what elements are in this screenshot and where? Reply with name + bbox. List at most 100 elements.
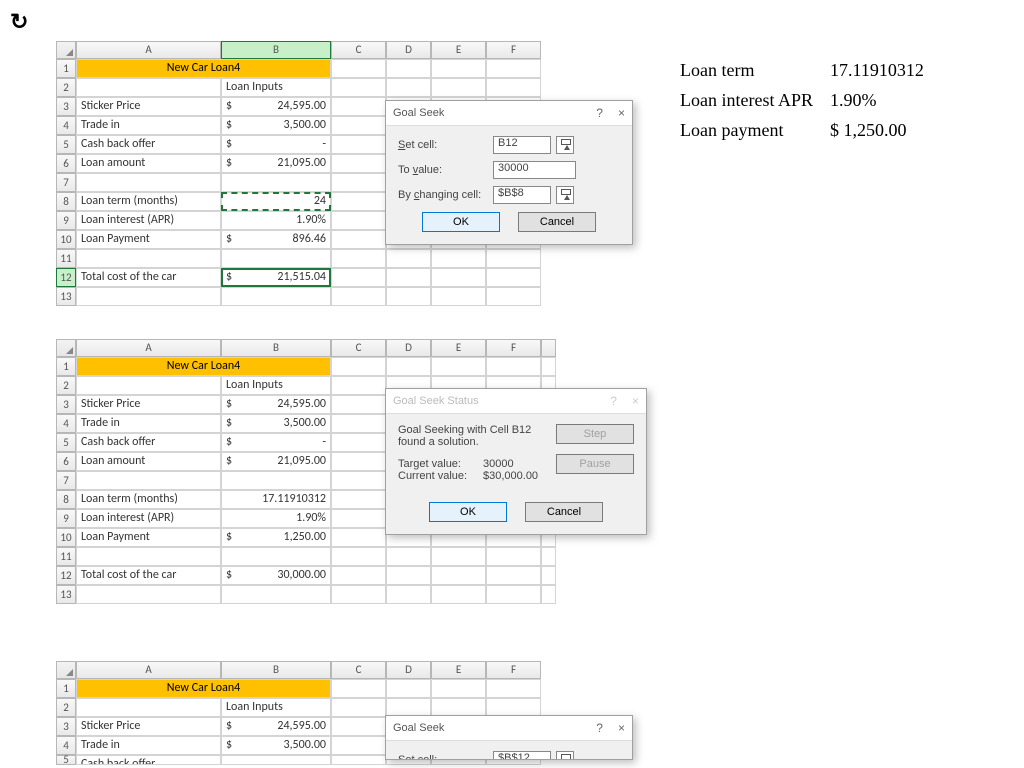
- cell-label[interactable]: Cash back offer: [76, 755, 221, 765]
- cell[interactable]: [486, 547, 541, 566]
- cell[interactable]: [331, 78, 386, 97]
- cell[interactable]: [386, 357, 431, 376]
- cell-label[interactable]: Trade in: [76, 414, 221, 433]
- cell[interactable]: [331, 433, 386, 452]
- help-icon[interactable]: ?: [610, 394, 617, 408]
- sheet-title[interactable]: New Car Loan4: [76, 59, 331, 78]
- row-header[interactable]: 2: [56, 78, 76, 97]
- col-header-A[interactable]: A: [76, 339, 221, 357]
- col-header-F[interactable]: F: [486, 339, 541, 357]
- row-header[interactable]: 4: [56, 116, 76, 135]
- by-changing-input[interactable]: $B$8: [493, 186, 551, 204]
- cell-label[interactable]: Sticker Price: [76, 97, 221, 116]
- cell[interactable]: [431, 78, 486, 97]
- range-picker-icon[interactable]: [556, 186, 574, 204]
- cell[interactable]: [331, 59, 386, 78]
- row-header[interactable]: 3: [56, 717, 76, 736]
- loan-inputs-header[interactable]: Loan Inputs: [221, 78, 331, 97]
- cell-label[interactable]: Loan amount: [76, 452, 221, 471]
- col-header-G[interactable]: [541, 339, 556, 357]
- col-header-B[interactable]: B: [221, 339, 331, 357]
- cell[interactable]: [331, 154, 386, 173]
- row-header[interactable]: 8: [56, 490, 76, 509]
- cell[interactable]: [331, 192, 386, 211]
- row-header[interactable]: 3: [56, 97, 76, 116]
- cell-value[interactable]: $24,595.00: [221, 717, 331, 736]
- cell-label[interactable]: Cash back offer: [76, 433, 221, 452]
- step-button[interactable]: Step: [556, 424, 634, 444]
- row-header[interactable]: 3: [56, 395, 76, 414]
- cell[interactable]: [386, 547, 431, 566]
- cell[interactable]: [221, 755, 331, 765]
- row-header[interactable]: 9: [56, 509, 76, 528]
- cell[interactable]: [331, 211, 386, 230]
- cell-apr[interactable]: 1.90%: [221, 211, 331, 230]
- cell-label[interactable]: Total cost of the car: [76, 268, 221, 287]
- cell[interactable]: [331, 736, 386, 755]
- cell-total-cost[interactable]: $21,515.04: [221, 268, 331, 287]
- cell[interactable]: [221, 471, 331, 490]
- col-header-C[interactable]: C: [331, 661, 386, 679]
- cell[interactable]: [331, 566, 386, 585]
- ok-button[interactable]: OK: [429, 502, 507, 522]
- cell-value[interactable]: $21,095.00: [221, 154, 331, 173]
- row-header[interactable]: 13: [56, 287, 76, 306]
- col-header-D[interactable]: D: [386, 661, 431, 679]
- close-icon[interactable]: ×: [618, 721, 625, 735]
- select-all-corner[interactable]: [56, 339, 76, 357]
- cell[interactable]: [331, 287, 386, 306]
- cell[interactable]: [431, 287, 486, 306]
- cell-total-cost[interactable]: $30,000.00: [221, 566, 331, 585]
- cell[interactable]: [331, 135, 386, 154]
- row-header[interactable]: 7: [56, 173, 76, 192]
- col-header-E[interactable]: E: [431, 339, 486, 357]
- cell[interactable]: [431, 357, 486, 376]
- col-header-D[interactable]: D: [386, 41, 431, 59]
- cell-label[interactable]: Loan term (months): [76, 192, 221, 211]
- close-icon[interactable]: ×: [618, 106, 625, 120]
- cell-label[interactable]: Loan term (months): [76, 490, 221, 509]
- col-header-F[interactable]: F: [486, 661, 541, 679]
- sheet-title[interactable]: New Car Loan4: [76, 679, 331, 698]
- row-header[interactable]: 1: [56, 679, 76, 698]
- cell[interactable]: [541, 566, 556, 585]
- cell[interactable]: [486, 78, 541, 97]
- cell[interactable]: [331, 357, 386, 376]
- cell[interactable]: [386, 566, 431, 585]
- cell-value[interactable]: $3,500.00: [221, 116, 331, 135]
- cell[interactable]: [541, 547, 556, 566]
- row-header[interactable]: 12: [56, 566, 76, 585]
- row-header[interactable]: 5: [56, 135, 76, 154]
- row-header[interactable]: 10: [56, 230, 76, 249]
- cell-label[interactable]: Cash back offer: [76, 135, 221, 154]
- row-header[interactable]: 7: [56, 471, 76, 490]
- cell[interactable]: [431, 566, 486, 585]
- cell-label[interactable]: Sticker Price: [76, 717, 221, 736]
- cell[interactable]: [76, 698, 221, 717]
- cell-value[interactable]: $-: [221, 135, 331, 154]
- cell[interactable]: [331, 414, 386, 433]
- cell-payment[interactable]: $896.46: [221, 230, 331, 249]
- col-header-C[interactable]: C: [331, 339, 386, 357]
- help-icon[interactable]: ?: [596, 106, 603, 120]
- cell[interactable]: [386, 287, 431, 306]
- cell[interactable]: [486, 566, 541, 585]
- row-header[interactable]: 8: [56, 192, 76, 211]
- cell-label[interactable]: Sticker Price: [76, 395, 221, 414]
- row-header[interactable]: 6: [56, 154, 76, 173]
- cell[interactable]: [331, 97, 386, 116]
- row-header[interactable]: 12: [56, 268, 76, 287]
- pause-button[interactable]: Pause: [556, 454, 634, 474]
- cell[interactable]: [431, 679, 486, 698]
- cell[interactable]: [386, 59, 431, 78]
- cell[interactable]: [486, 249, 541, 268]
- cell-value[interactable]: $-: [221, 433, 331, 452]
- cell[interactable]: [221, 585, 331, 604]
- cell[interactable]: [221, 287, 331, 306]
- ok-button[interactable]: OK: [422, 212, 500, 232]
- sheet-title[interactable]: New Car Loan4: [76, 357, 331, 376]
- set-cell-input[interactable]: $B$12: [493, 751, 551, 759]
- cell[interactable]: [386, 679, 431, 698]
- row-header[interactable]: 4: [56, 414, 76, 433]
- col-header-E[interactable]: E: [431, 661, 486, 679]
